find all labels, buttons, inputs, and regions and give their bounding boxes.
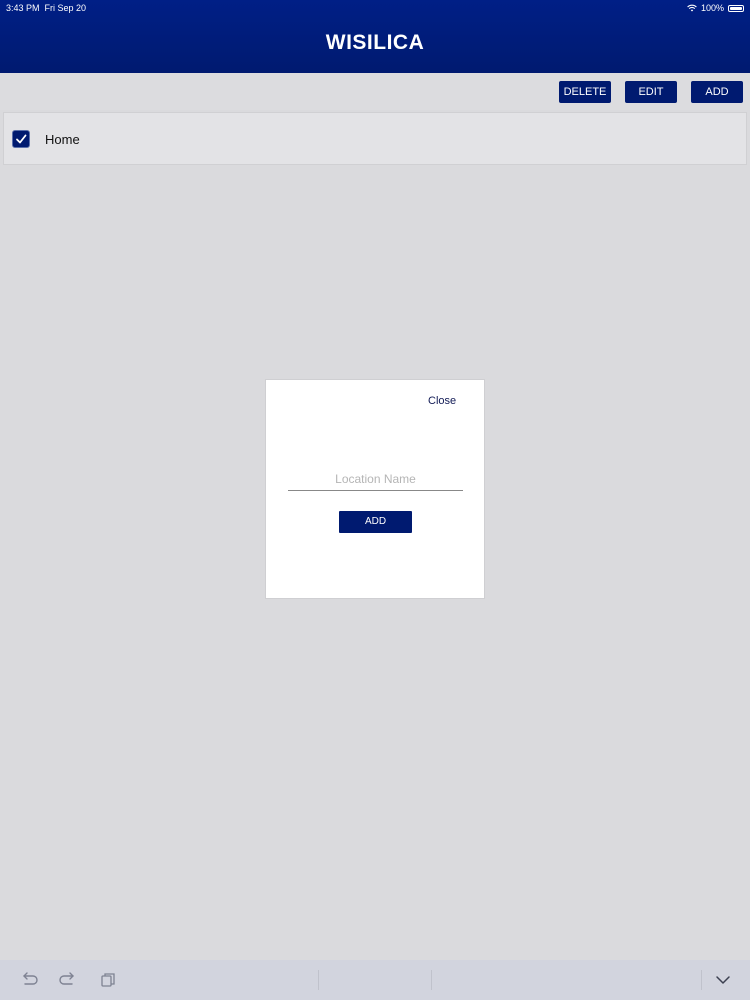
- location-label: Home: [45, 132, 80, 147]
- close-button[interactable]: Close: [428, 395, 456, 407]
- keyboard-shortcut-bar: [0, 960, 750, 1000]
- location-checkbox[interactable]: [12, 130, 30, 148]
- checkmark-icon: [16, 134, 27, 144]
- status-time: 3:43 PM Fri Sep 20: [6, 3, 86, 13]
- location-name-input[interactable]: [288, 468, 463, 491]
- toolbar: DELETE EDIT ADD: [0, 73, 750, 110]
- status-indicators: 100%: [687, 3, 744, 13]
- wifi-icon: [687, 4, 697, 12]
- status-clock: 3:43 PM: [6, 3, 40, 13]
- dialog-add-button[interactable]: ADD: [339, 511, 412, 533]
- redo-icon[interactable]: [59, 971, 77, 989]
- status-bar: 3:43 PM Fri Sep 20 100%: [0, 0, 750, 16]
- undo-icon[interactable]: [20, 971, 38, 989]
- toolbar-divider: [318, 970, 319, 990]
- edit-button[interactable]: EDIT: [625, 81, 677, 103]
- battery-percent: 100%: [700, 3, 724, 13]
- battery-icon: [728, 4, 744, 12]
- location-list: Home: [3, 112, 747, 165]
- delete-button[interactable]: DELETE: [559, 81, 611, 103]
- app-header: 3:43 PM Fri Sep 20 100% WISILICA: [0, 0, 750, 73]
- toolbar-divider: [431, 970, 432, 990]
- chevron-down-icon[interactable]: [714, 971, 732, 989]
- copy-icon[interactable]: [99, 971, 117, 989]
- toolbar-divider: [701, 970, 702, 990]
- status-date: Fri Sep 20: [44, 3, 87, 13]
- app-logo-title: WISILICA: [325, 31, 425, 54]
- add-location-dialog: Close ADD: [265, 379, 485, 599]
- add-button[interactable]: ADD: [691, 81, 743, 103]
